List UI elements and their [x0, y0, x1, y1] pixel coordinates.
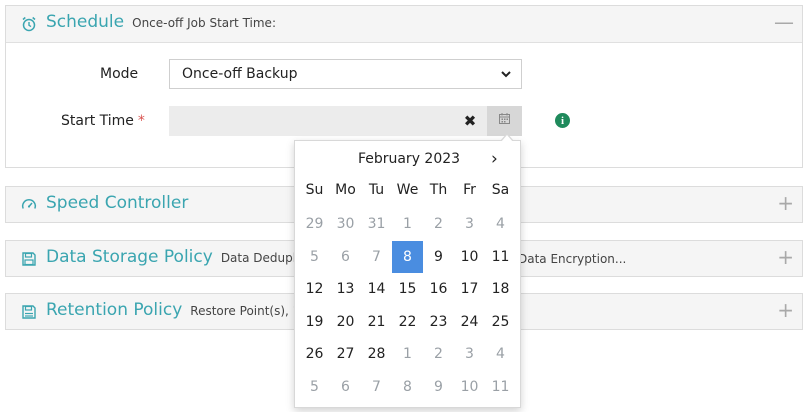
calendar-day[interactable]: 3 [454, 338, 485, 371]
data-storage-policy-subtitle-right: Data Encryption... [518, 252, 627, 266]
collapse-toggle[interactable]: — [774, 11, 794, 33]
calendar-day[interactable]: 6 [330, 241, 361, 274]
picker-month-title[interactable]: February 2023 [335, 151, 483, 167]
required-marker: * [137, 113, 145, 129]
calendar-day[interactable]: 26 [299, 338, 330, 371]
calendar-day[interactable]: 23 [423, 306, 454, 339]
calendar-day[interactable]: 2 [423, 338, 454, 371]
weekday-label: Sa [491, 182, 510, 198]
speed-controller-title: Speed Controller [46, 193, 189, 213]
schedule-subtitle: Once-off Job Start Time: [132, 16, 276, 30]
calendar-day[interactable]: 28 [361, 338, 392, 371]
calendar-day[interactable]: 4 [485, 208, 516, 241]
calendar-week: 12 13 14 15 16 17 18 [299, 273, 516, 306]
calendar-day[interactable]: 1 [392, 338, 423, 371]
schedule-title: Schedule Once-off Job Start Time: [46, 12, 276, 32]
date-picker: February 2023 › Su Mo Tu We Th Fr Sa 29 3… [294, 133, 521, 408]
chevron-right-icon[interactable]: › [491, 149, 498, 169]
calendar-day[interactable]: 11 [485, 371, 516, 404]
weekday-label: Su [305, 182, 324, 198]
calendar-day[interactable]: 7 [361, 241, 392, 274]
weekday-label: Mo [335, 182, 356, 198]
calendar-week: 5 6 7 8 9 10 11 [299, 240, 516, 274]
calendar-day[interactable]: 9 [423, 371, 454, 404]
floppy-disk-icon [20, 250, 38, 268]
start-time-input[interactable] [169, 106, 453, 136]
alarm-clock-icon [20, 15, 38, 33]
retention-policy-title: Retention Policy Restore Point(s), 1 [46, 300, 301, 320]
calendar-day[interactable]: 6 [330, 371, 361, 404]
calendar-day[interactable]: 16 [423, 273, 454, 306]
speedometer-icon [20, 196, 38, 214]
calendar-day[interactable]: 7 [361, 371, 392, 404]
calendar-day[interactable]: 14 [361, 273, 392, 306]
calendar-day[interactable]: 1 [392, 208, 423, 241]
weekday-label: Tu [368, 182, 385, 198]
calendar-day[interactable]: 22 [392, 306, 423, 339]
calendar-day[interactable]: 21 [361, 306, 392, 339]
calendar-day[interactable]: 30 [330, 208, 361, 241]
calendar-week: 29 30 31 1 2 3 4 [299, 208, 516, 241]
expand-toggle[interactable]: + [777, 246, 794, 268]
expand-toggle[interactable]: + [777, 299, 794, 321]
weekday-label: Th [429, 182, 448, 198]
calendar-day[interactable]: 10 [454, 241, 485, 274]
calendar-day[interactable]: 27 [330, 338, 361, 371]
calendar-day[interactable]: 5 [299, 241, 330, 274]
calendar-day[interactable]: 9 [423, 241, 454, 274]
calendar-day[interactable]: 10 [454, 371, 485, 404]
data-storage-policy-title: Data Storage Policy Data Deduplic [46, 247, 307, 267]
start-time-label: Start Time * [61, 113, 145, 129]
calendar-day[interactable]: 11 [485, 241, 516, 274]
calendar-day[interactable]: 12 [299, 273, 330, 306]
mode-select-value: Once-off Backup [182, 66, 298, 82]
mode-label: Mode [100, 66, 139, 82]
schedule-panel-header[interactable]: Schedule Once-off Job Start Time: — [6, 6, 802, 43]
calendar-day[interactable]: 24 [454, 306, 485, 339]
calendar-day[interactable]: 18 [485, 273, 516, 306]
selected-day[interactable]: 8 [392, 240, 423, 274]
calendar-day[interactable]: 29 [299, 208, 330, 241]
calendar-day[interactable]: 17 [454, 273, 485, 306]
calendar-week: 26 27 28 1 2 3 4 [299, 338, 516, 371]
calendar-day[interactable]: 2 [423, 208, 454, 241]
calendar-week: 19 20 21 22 23 24 25 [299, 306, 516, 339]
calendar-day[interactable]: 19 [299, 306, 330, 339]
calendar-day[interactable]: 8 [392, 371, 423, 404]
weekday-label: We [396, 182, 419, 198]
calendar-day[interactable]: 15 [392, 273, 423, 306]
calendar-grid: 29 30 31 1 2 3 4 5 6 7 8 9 10 11 12 13 14 15 16 17 18 19 20 21 2… [299, 208, 516, 404]
weekday-label: Fr [463, 182, 476, 198]
calendar-day[interactable]: 3 [454, 208, 485, 241]
calendar-day[interactable]: 4 [485, 338, 516, 371]
calendar-week: 5 6 7 8 9 10 11 [299, 371, 516, 404]
retention-policy-subtitle: Restore Point(s), 1 [190, 304, 301, 318]
calendar-icon [498, 112, 511, 130]
expand-toggle[interactable]: + [777, 192, 794, 214]
clear-button[interactable]: ✖ [453, 106, 487, 136]
weekday-header: Su Mo Tu We Th Fr Sa [299, 182, 516, 198]
calendar-day[interactable]: 20 [330, 306, 361, 339]
calendar-button[interactable] [487, 106, 522, 136]
close-icon: ✖ [463, 112, 477, 130]
calendar-day[interactable]: 5 [299, 371, 330, 404]
calendar-day[interactable]: 31 [361, 208, 392, 241]
info-icon[interactable]: i [555, 113, 570, 128]
calendar-day[interactable]: 13 [330, 273, 361, 306]
floppy-save-icon [20, 303, 38, 321]
calendar-day[interactable]: 25 [485, 306, 516, 339]
chevron-down-icon [500, 68, 512, 84]
mode-select[interactable]: Once-off Backup [169, 59, 522, 89]
